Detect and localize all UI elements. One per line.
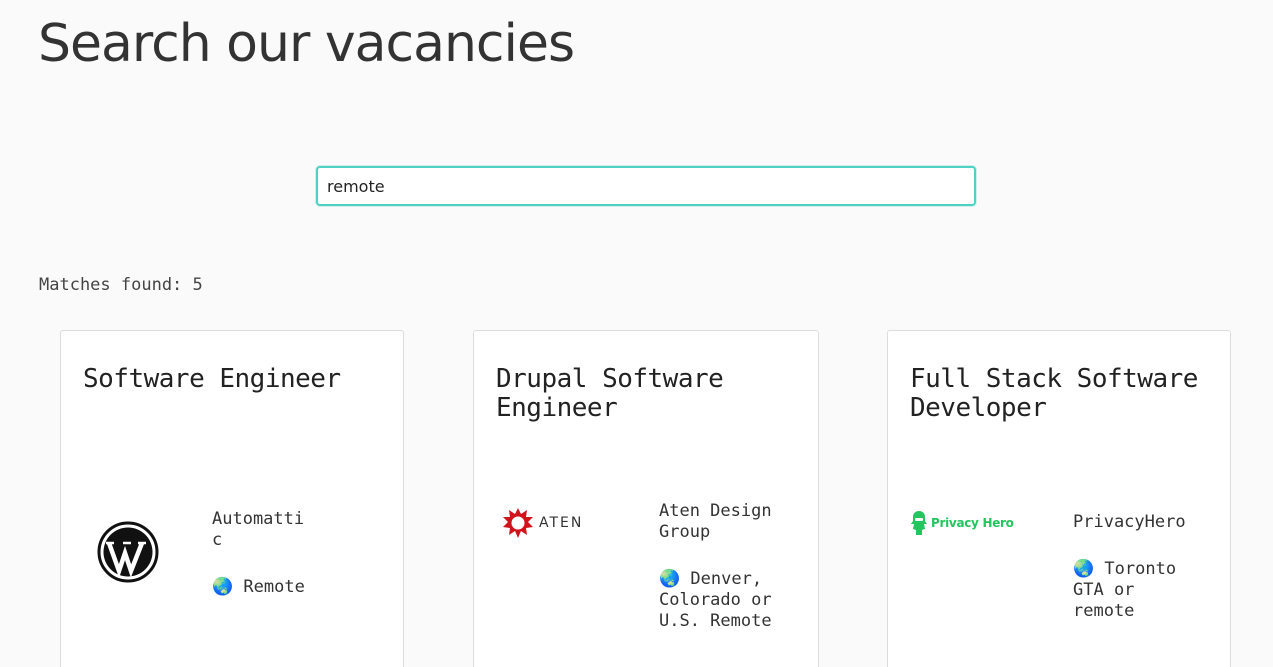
aten-logo-icon: ATEN (502, 507, 583, 539)
matches-count: Matches found: 5 (39, 275, 203, 295)
job-card[interactable]: Full Stack Software Developer Privacy He… (887, 330, 1231, 667)
privacy-hero-logo-icon: Privacy Hero (910, 510, 1014, 536)
company-name: PrivacyHero (1073, 512, 1186, 532)
job-location: 🌏 Toronto GTA or remote (1073, 559, 1203, 622)
wordpress-logo-icon (97, 521, 159, 583)
page-title: Search our vacancies (38, 14, 575, 74)
job-location: 🌏 Denver, Colorado or U.S. Remote (659, 569, 789, 632)
job-meta: Aten Design Group 🌏 Denver, Colorado or … (659, 501, 789, 632)
aten-logo-text: ATEN (539, 515, 584, 531)
globe-icon: 🌏 (659, 569, 681, 589)
company-name: Automattic (212, 509, 305, 550)
job-meta: Automattic 🌏 Remote (212, 509, 312, 598)
job-title[interactable]: Drupal Software Engineer (496, 365, 806, 423)
search-input[interactable] (316, 166, 976, 206)
location-text: Remote (243, 577, 305, 597)
job-location: 🌏 Remote (212, 577, 312, 598)
job-card[interactable]: Drupal Software Engineer ATEN Aten Desig… (473, 330, 819, 667)
company-name: Aten Design Group (659, 501, 772, 542)
job-meta: PrivacyHero 🌏 Toronto GTA or remote (1073, 512, 1203, 622)
job-title[interactable]: Software Engineer (83, 365, 393, 394)
job-title[interactable]: Full Stack Software Developer (910, 365, 1220, 423)
privacy-hero-logo-text: Privacy Hero (931, 516, 1014, 530)
search-box (316, 166, 976, 206)
globe-icon: 🌏 (1073, 559, 1095, 579)
job-card[interactable]: Software Engineer Automattic 🌏 Remote (60, 330, 404, 667)
globe-icon: 🌏 (212, 577, 234, 597)
